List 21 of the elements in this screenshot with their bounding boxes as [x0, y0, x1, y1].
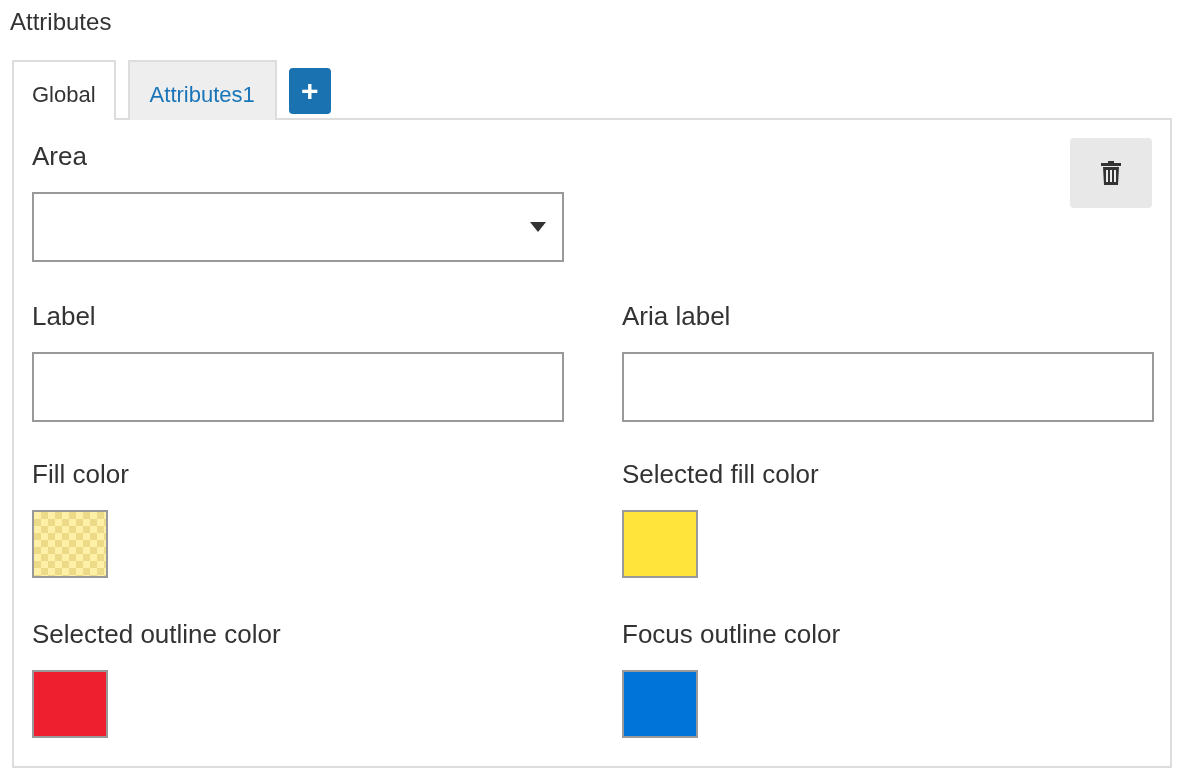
- input-field[interactable]: [32, 352, 564, 422]
- tab[interactable]: Global: [12, 60, 116, 120]
- field-label: Fill color: [32, 458, 129, 490]
- field-label: Area: [32, 140, 87, 172]
- color-swatch[interactable]: [622, 670, 698, 738]
- delete-button[interactable]: [1070, 138, 1152, 208]
- field-label: Label: [32, 300, 96, 332]
- section-heading: Attributes: [10, 7, 113, 37]
- field-label: Aria label: [622, 300, 731, 332]
- field-label: Selected fill color: [622, 458, 819, 490]
- color-swatch[interactable]: [32, 510, 108, 578]
- caret-icon: [530, 222, 546, 232]
- field-label: Selected outline color: [32, 618, 281, 650]
- input-field[interactable]: [622, 352, 1154, 422]
- field-label: Focus outline color: [622, 618, 841, 650]
- add-button[interactable]: +: [288, 68, 331, 114]
- color-swatch[interactable]: [622, 510, 698, 578]
- area-dropdown[interactable]: [32, 192, 564, 262]
- color-swatch[interactable]: [32, 670, 108, 738]
- trash-icon: [1101, 161, 1121, 185]
- tab[interactable]: Attributes1: [127, 60, 277, 120]
